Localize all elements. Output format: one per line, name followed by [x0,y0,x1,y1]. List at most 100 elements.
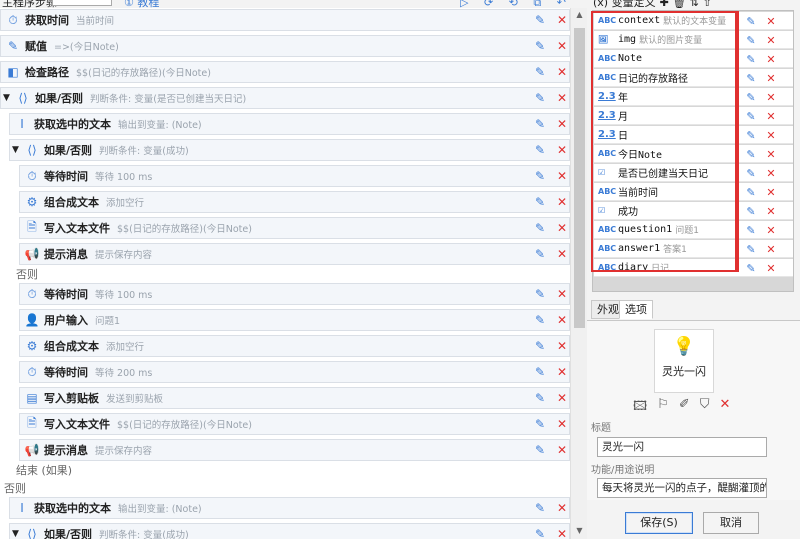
delete-icon[interactable]: ✕ [764,262,778,275]
variable-item[interactable]: ABC 当前时间 ✎ ✕ [594,183,793,201]
step-row[interactable]: 📢 提示消息 提示保存内容 ✎ ✕ [19,243,570,265]
delete-icon[interactable]: ✕ [555,417,569,431]
edit-icon[interactable]: ✎ [533,39,547,53]
edit-icon[interactable]: ✎ [533,365,547,379]
delete-icon[interactable]: ✕ [555,391,569,405]
edit-icon[interactable]: ✎ [533,221,547,235]
variable-item[interactable]: ABC question1 问题1 ✎ ✕ [594,221,793,239]
delete-icon[interactable]: ✕ [555,39,569,53]
delete-icon[interactable]: ✕ [764,72,778,85]
delete-icon[interactable]: ✕ [555,169,569,183]
edit-icon[interactable]: ✎ [744,148,758,161]
variable-item[interactable]: ABC 日记的存放路径 ✎ ✕ [594,69,793,87]
collapse-triangle-icon[interactable]: ▼ [12,145,24,155]
variable-item[interactable]: ABC 今日Note ✎ ✕ [594,145,793,163]
variable-item[interactable]: 2.3 年 ✎ ✕ [594,88,793,106]
step-row[interactable]: ⏱ 获取时间 当前时间 ✎ ✕ [0,9,570,31]
step-row[interactable]: ◧ 检查路径 $$(日记的存放路径)(今日Note) ✎ ✕ [0,61,570,83]
delete-icon[interactable]: ✕ [764,53,778,66]
variable-item[interactable]: 2.3 日 ✎ ✕ [594,126,793,144]
toolbar-icons[interactable]: ▷ ⟳ ⟲ ⧉ ↶ ⊡ ⋯ [460,0,587,8]
step-row[interactable]: ✎ 赋值 =>(今日Note) ✎ ✕ [0,35,570,57]
delete-icon[interactable]: ✕ [555,221,569,235]
step-row-if[interactable]: ▼ ⟨⟩ 如果/否则 判断条件: 变量(是否已创建当天日记) ✎ ✕ [0,87,570,109]
edit-icon[interactable]: ✎ [533,313,547,327]
variable-item[interactable]: ABC answer1 答案1 ✎ ✕ [594,240,793,258]
step-row[interactable]: ⚙ 组合成文本 添加空行 ✎ ✕ [19,191,570,213]
edit-icon[interactable]: ✎ [533,391,547,405]
step-row[interactable]: I 获取选中的文本 输出到变量: (Note) ✎ ✕ [9,113,570,135]
save-button[interactable]: 保存(S) [625,512,693,534]
delete-icon[interactable]: ✕ [555,143,569,157]
delete-icon[interactable]: ✕ [764,167,778,180]
edit-icon[interactable]: ✎ [744,34,758,47]
flag-icon[interactable]: ⚐ [657,397,669,419]
scroll-thumb[interactable] [574,28,585,328]
delete-icon[interactable]: ✕ [764,186,778,199]
shirt-icon[interactable]: ⛉ [700,397,710,419]
edit-icon[interactable]: ✎ [533,91,547,105]
variable-item[interactable]: ☑ 是否已创建当天日记 ✎ ✕ [594,164,793,182]
step-row[interactable]: ⏱ 等待时间 等待 200 ms ✎ ✕ [19,361,570,383]
step-search-input[interactable] [52,0,112,6]
delete-icon[interactable]: ✕ [555,287,569,301]
variable-item[interactable]: ABC Note ✎ ✕ [594,50,793,68]
edit-icon[interactable]: ✎ [533,527,547,539]
edit-icon[interactable]: ✎ [533,443,547,457]
edit-icon[interactable]: ✎ [533,339,547,353]
delete-icon[interactable]: ✕ [555,339,569,353]
tutorial-link[interactable]: ① 教程 [124,0,159,8]
variable-item[interactable]: 2.3 月 ✎ ✕ [594,107,793,125]
delete-icon[interactable]: ✕ [764,243,778,256]
icon-preview-card[interactable]: 💡 灵光一闪 [654,329,714,393]
edit-icon[interactable]: ✎ [533,195,547,209]
steps-scrollbar[interactable]: ▲ ▼ [570,8,587,539]
image-icon[interactable]: 🖾 [633,397,647,419]
edit-icon[interactable]: ✎ [744,167,758,180]
variable-item[interactable]: ABC diary 日记 ✎ ✕ [594,259,793,277]
title-field[interactable]: 灵光一闪 [597,437,767,457]
delete-icon[interactable]: ✕ [555,91,569,105]
delete-icon[interactable]: ✕ [555,247,569,261]
edit-icon[interactable]: ✎ [744,53,758,66]
edit-icon[interactable]: ✎ [533,417,547,431]
collapse-triangle-icon[interactable]: ▼ [3,93,15,103]
delete-icon[interactable]: ✕ [555,13,569,27]
collapse-triangle-icon[interactable]: ▼ [12,529,24,539]
step-row-if[interactable]: ▼ ⟨⟩ 如果/否则 判断条件: 变量(成功) ✎ ✕ [9,139,570,161]
delete-icon[interactable]: ✕ [764,110,778,123]
delete-icon[interactable]: ✕ [764,91,778,104]
variable-item[interactable]: 🖼 img 默认的图片变量 ✎ ✕ [594,31,793,49]
edit-icon[interactable]: ✎ [533,501,547,515]
edit-icon[interactable]: ✎ [533,247,547,261]
edit-icon[interactable]: ✎ [744,72,758,85]
step-row[interactable]: ⚙ 组合成文本 添加空行 ✎ ✕ [19,335,570,357]
edit-icon[interactable]: ✎ [533,13,547,27]
delete-icon[interactable]: ✕ [555,313,569,327]
edit-icon[interactable]: ✎ [744,129,758,142]
step-row[interactable]: ⏱ 等待时间 等待 100 ms ✎ ✕ [19,165,570,187]
variable-item[interactable]: ☑ 成功 ✎ ✕ [594,202,793,220]
scroll-up-icon[interactable]: ▲ [571,10,588,19]
delete-icon[interactable]: ✕ [764,129,778,142]
delete-icon[interactable]: ✕ [555,117,569,131]
delete-icon[interactable]: ✕ [555,501,569,515]
edit-icon[interactable]: ✎ [533,287,547,301]
tab-options[interactable]: 选项 [619,300,653,319]
delete-icon[interactable]: ✕ [764,15,778,28]
edit-icon[interactable]: ✎ [533,169,547,183]
edit-icon[interactable]: ✎ [744,91,758,104]
delete-icon[interactable]: ✕ [764,205,778,218]
delete-icon[interactable]: ✕ [764,34,778,47]
delete-icon[interactable]: ✕ [555,443,569,457]
cancel-button[interactable]: 取消 [703,512,759,534]
edit-icon[interactable]: ✎ [744,110,758,123]
step-row[interactable]: 👤 用户输入 问题1 ✎ ✕ [19,309,570,331]
edit-icon[interactable]: ✎ [533,143,547,157]
edit-icon[interactable]: ✎ [744,224,758,237]
step-row[interactable]: 📢 提示消息 提示保存内容 ✎ ✕ [19,439,570,461]
edit-icon[interactable]: ✎ [744,262,758,275]
variable-item[interactable]: ABC context 默认的文本变量 ✎ ✕ [594,12,793,30]
step-row[interactable]: 🗎 写入文本文件 $$(日记的存放路径)(今日Note) ✎ ✕ [19,413,570,435]
delete-icon[interactable]: ✕ [555,65,569,79]
